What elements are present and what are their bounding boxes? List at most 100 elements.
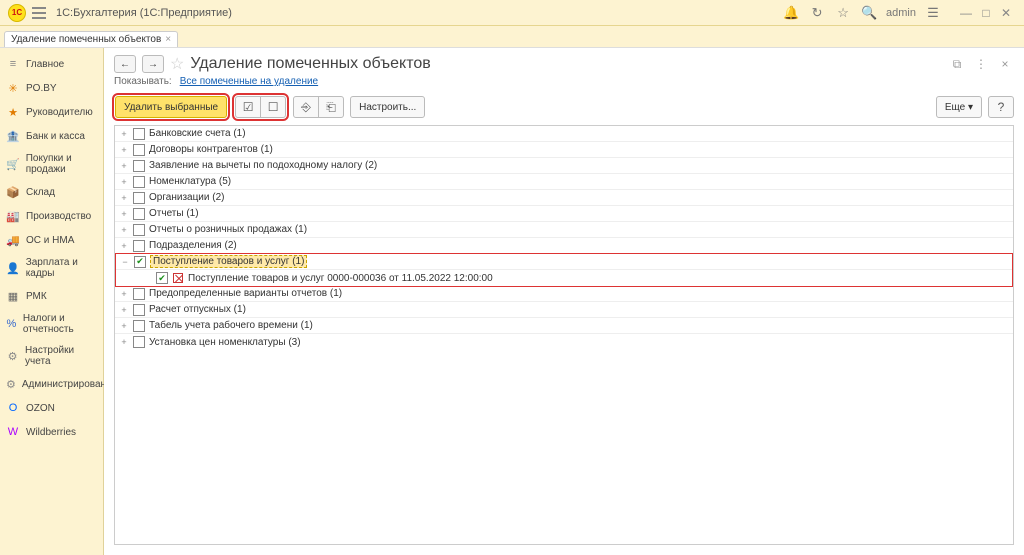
sidebar-item-4[interactable]: 🛒Покупки и продажи [0,148,103,180]
nav-forward-button[interactable]: → [142,55,164,73]
favorite-toggle-icon[interactable]: ☆ [170,54,184,74]
sidebar-item-0[interactable]: ≡Главное [0,52,103,76]
tree-group-row[interactable]: +Установка цен номенклатуры (3) [115,334,1013,350]
nav-icon: 🛒 [6,157,20,171]
sidebar-item-10[interactable]: %Налоги и отчетность [0,308,103,340]
sidebar-item-5[interactable]: 📦Склад [0,180,103,204]
tree-group-row[interactable]: +Заявление на вычеты по подоходному нало… [115,158,1013,174]
tab-close-icon[interactable]: × [165,34,171,45]
tree-group-row[interactable]: + Подразделения (2) [115,238,1013,254]
bell-icon[interactable]: 🔔 [780,2,802,24]
tree-group-row[interactable]: −Поступление товаров и услуг (1) [116,254,1012,270]
expander-icon[interactable]: − [120,257,130,267]
minimize-button[interactable]: — [956,6,976,20]
sidebar-item-14[interactable]: WWildberries [0,420,103,444]
expander-icon[interactable]: + [119,129,129,139]
tree-group-row[interactable]: + Отчеты (1) [115,206,1013,222]
expander-icon[interactable]: + [119,177,129,187]
row-checkbox[interactable] [133,304,145,316]
tab-deletion[interactable]: Удаление помеченных объектов × [4,31,178,47]
row-label: Организации (2) [149,192,224,203]
sidebar-item-1[interactable]: ✳ PO.BY [0,76,103,100]
expander-icon[interactable]: + [119,289,129,299]
nav-label: Зарплата и кадры [26,257,97,279]
select-group: ☑ ☐ [235,96,286,118]
expand-all-button[interactable]: ⎆ [293,96,319,118]
help-button[interactable]: ? [988,96,1014,118]
filter-link[interactable]: Все помеченные на удаление [180,76,318,87]
row-checkbox[interactable] [133,176,145,188]
row-checkbox[interactable] [134,256,146,268]
titlebar: 1C 1С:Бухгалтерия (1С:Предприятие) 🔔 ↻ ☆… [0,0,1024,26]
row-checkbox[interactable] [133,160,145,172]
row-checkbox[interactable] [133,144,145,156]
collapse-all-button[interactable]: ⎗ [318,96,344,118]
expander-icon[interactable]: + [119,193,129,203]
tree-child-row[interactable]: Поступление товаров и услуг 0000-000036 … [116,270,1012,286]
expander-icon[interactable]: + [119,337,129,347]
open-window-icon[interactable]: ⧉ [948,55,966,73]
tree-group-row[interactable]: +Расчет отпускных (1) [115,302,1013,318]
configure-button[interactable]: Настроить... [350,96,425,118]
page-menu-icon[interactable]: ⋮ [972,55,990,73]
expander-icon[interactable]: + [119,161,129,171]
row-label: Подразделения (2) [149,240,237,251]
row-checkbox[interactable] [133,192,145,204]
row-checkbox[interactable] [133,320,145,332]
tree-group-row[interactable]: + Организации (2) [115,190,1013,206]
sidebar-item-6[interactable]: 🏭Производство [0,204,103,228]
user-label[interactable]: admin [886,7,916,19]
more-button[interactable]: Еще ▾ [936,96,982,118]
nav-icon: 📦 [6,185,20,199]
expander-icon[interactable]: + [119,321,129,331]
sidebar-item-13[interactable]: OOZON [0,396,103,420]
tree-group-row[interactable]: +Банковские счета (1) [115,126,1013,142]
row-label: Номенклатура (5) [149,176,231,187]
row-label: Отчеты (1) [149,208,199,219]
expander-icon[interactable]: + [119,241,129,251]
nav-back-button[interactable]: ← [114,55,136,73]
row-checkbox[interactable] [133,208,145,220]
nav-label: OZON [26,403,55,414]
close-button[interactable]: ✕ [996,6,1016,20]
nav-icon: ✳ [6,81,20,95]
sidebar-item-3[interactable]: 🏦Банк и касса [0,124,103,148]
sidebar-item-7[interactable]: 🚚ОС и НМА [0,228,103,252]
expander-icon[interactable]: + [119,209,129,219]
sidebar-item-12[interactable]: ⚙Администрирование [0,372,103,396]
deletion-tree[interactable]: +Банковские счета (1)+Договоры контраген… [114,125,1014,545]
history-icon[interactable]: ↻ [806,2,828,24]
tree-group-row[interactable]: +Отчеты о розничных продажах (1) [115,222,1013,238]
sidebar-item-11[interactable]: ⚙Настройки учета [0,340,103,372]
nav-icon: W [6,425,20,439]
expander-icon[interactable]: + [119,145,129,155]
check-all-button[interactable]: ☑ [235,96,261,118]
sidebar-toggle-icon[interactable]: ☰ [922,2,944,24]
row-checkbox[interactable] [133,224,145,236]
row-checkbox[interactable] [156,272,168,284]
expander-icon[interactable]: + [119,225,129,235]
search-icon[interactable]: 🔍 [858,2,880,24]
tree-group-row[interactable]: +Предопределенные варианты отчетов (1) [115,286,1013,302]
highlighted-group: −Поступление товаров и услуг (1)Поступле… [115,253,1013,287]
nav-label: РМК [26,291,47,302]
main-menu-icon[interactable] [32,7,46,19]
row-checkbox[interactable] [133,240,145,252]
star-icon[interactable]: ☆ [832,2,854,24]
row-checkbox[interactable] [133,128,145,140]
page-close-icon[interactable]: × [996,55,1014,73]
maximize-button[interactable]: □ [976,6,996,20]
sidebar-item-2[interactable]: ★Руководителю [0,100,103,124]
tree-group-row[interactable]: + Номенклатура (5) [115,174,1013,190]
nav-icon: ⚙ [6,377,16,391]
tree-group-row[interactable]: +Договоры контрагентов (1) [115,142,1013,158]
expander-icon[interactable]: + [119,305,129,315]
row-checkbox[interactable] [133,288,145,300]
sidebar-item-8[interactable]: 👤Зарплата и кадры [0,252,103,284]
delete-selected-button[interactable]: Удалить выбранные [115,96,227,118]
uncheck-all-button[interactable]: ☐ [260,96,286,118]
sidebar-item-9[interactable]: ▦РМК [0,284,103,308]
tree-group-row[interactable]: +Табель учета рабочего времени (1) [115,318,1013,334]
nav-label: PO.BY [26,83,57,94]
row-checkbox[interactable] [133,336,145,348]
